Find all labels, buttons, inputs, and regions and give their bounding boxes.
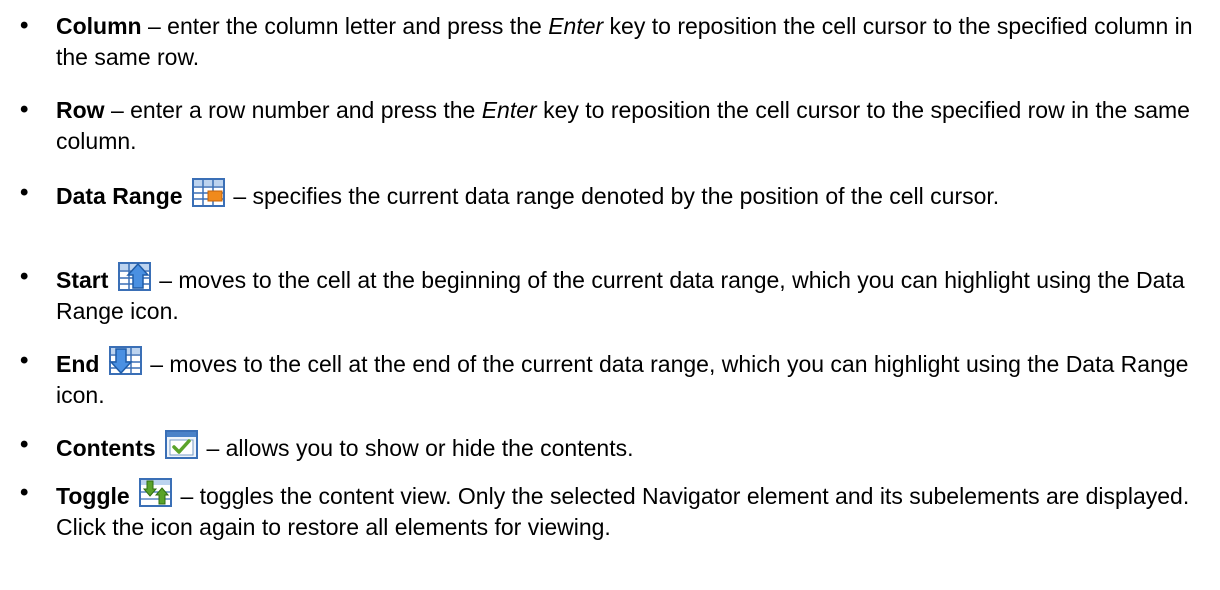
list-item-text: Contents – allows you to show or hide th…: [56, 430, 1206, 464]
description: – toggles the content view. Only the sel…: [56, 483, 1190, 540]
list-item-text: Column – enter the column letter and pre…: [56, 11, 1206, 73]
description-part: – enter a row number and press the: [110, 97, 482, 123]
document-page: • Column – enter the column letter and p…: [0, 0, 1220, 590]
bullet: •: [20, 96, 29, 123]
toggle-icon: [139, 478, 173, 507]
contents-icon: [165, 430, 199, 459]
term-start: Start: [56, 267, 109, 293]
bullet: •: [20, 347, 29, 374]
description: – moves to the cell at the beginning of …: [56, 267, 1185, 324]
term-contents: Contents: [56, 435, 156, 461]
term-column: Column: [56, 13, 142, 39]
bullet: •: [20, 479, 29, 506]
key-name: Enter: [548, 13, 604, 39]
list-item-text: End – moves to the cell at the end of th…: [56, 346, 1206, 411]
bullet: •: [20, 431, 29, 458]
term-end: End: [56, 351, 100, 377]
start-icon: [117, 262, 151, 291]
description: – specifies the current data range denot…: [233, 183, 1000, 209]
end-icon: [108, 346, 142, 375]
description: – allows you to show or hide the content…: [206, 435, 634, 461]
data-range-icon: [191, 178, 225, 207]
list-item-text: Start – moves to the cell at the beginni…: [56, 262, 1206, 327]
term-data-range: Data Range: [56, 183, 183, 209]
term-toggle: Toggle: [56, 483, 130, 509]
list-item-text: Row – enter a row number and press the E…: [56, 95, 1206, 157]
description: – moves to the cell at the end of the cu…: [56, 351, 1189, 408]
bullet: •: [20, 179, 29, 206]
term-row: Row: [56, 97, 105, 123]
list-item-text: Toggle – toggles the content view. Only …: [56, 478, 1206, 543]
list-item-text: Data Range – specifies the current data …: [56, 178, 1206, 212]
bullet: •: [20, 263, 29, 290]
description-part: – enter the column letter and press the: [148, 13, 549, 39]
key-name: Enter: [481, 97, 537, 123]
bullet: •: [20, 12, 29, 39]
